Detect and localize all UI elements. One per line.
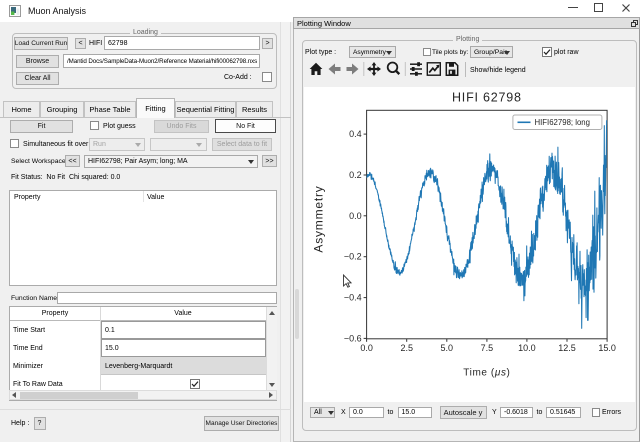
svg-text:7.5: 7.5 [480, 343, 493, 353]
svg-text:Asymmetry: Asymmetry [311, 185, 325, 252]
svg-text:−0.2: −0.2 [343, 252, 361, 262]
svg-text:0.0: 0.0 [349, 211, 362, 221]
svg-text:−0.4: −0.4 [343, 293, 361, 303]
svg-text:Time (μs): Time (μs) [463, 368, 510, 379]
svg-text:−0.6: −0.6 [343, 333, 361, 343]
svg-text:0.0: 0.0 [360, 343, 373, 353]
svg-text:0.2: 0.2 [349, 170, 362, 180]
svg-text:0.4: 0.4 [349, 129, 362, 139]
svg-text:10.0: 10.0 [518, 343, 536, 353]
svg-text:12.5: 12.5 [558, 343, 576, 353]
svg-text:HIFI 62798: HIFI 62798 [451, 91, 521, 105]
svg-text:15.0: 15.0 [598, 343, 616, 353]
svg-text:2.5: 2.5 [400, 343, 413, 353]
svg-text:5.0: 5.0 [440, 343, 453, 353]
svg-text:HIFI62798; long: HIFI62798; long [534, 118, 589, 127]
